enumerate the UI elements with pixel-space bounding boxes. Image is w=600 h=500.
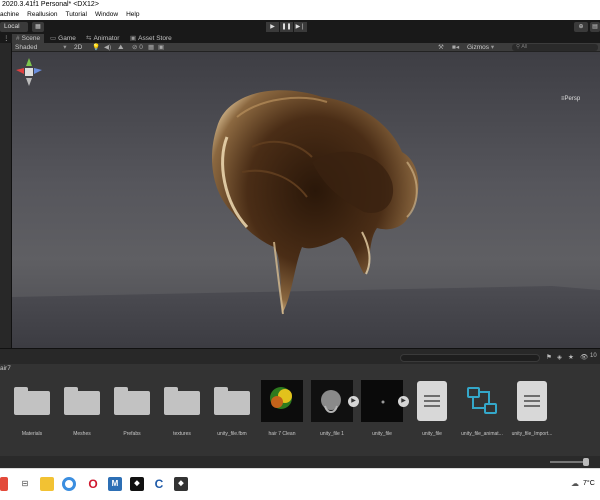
local-label: Local (4, 23, 20, 30)
grid-icon[interactable]: ▦ (148, 44, 154, 51)
menu-item-help[interactable]: Help (126, 10, 139, 20)
play-button[interactable]: ▶ (266, 22, 279, 32)
store-icon: ▣ (130, 35, 137, 42)
asset-item-unity-file-animator[interactable]: unity_file_animat... (458, 380, 506, 437)
orientation-gizmo[interactable] (12, 52, 46, 100)
floor-plane (12, 286, 600, 348)
gizmos-dropdown[interactable]: Gizmos ▾ (467, 44, 494, 51)
document-icon (417, 381, 447, 421)
hair-model (212, 90, 419, 315)
folder-icon (214, 387, 250, 415)
tab-scene[interactable]: # Scene (12, 34, 45, 43)
pivot-local-button[interactable]: Local (0, 22, 28, 32)
folder-icon (164, 387, 200, 415)
folder-icon (64, 387, 100, 415)
scene-viewport[interactable]: ≡Persp (12, 52, 600, 348)
file-explorer-icon[interactable] (40, 477, 54, 491)
os-taskbar: ⊟ O M ◆ C ◆ ☁ 7°C (0, 468, 600, 500)
main-toolbar: Local ▦ ▶ ❚❚ ▶❘ ⊕ ▤ (0, 20, 600, 34)
collab-button[interactable]: ⊕ (574, 22, 588, 32)
window-title: 2020.3.41f1 Personal* <DX12> (0, 0, 600, 10)
cloud-button[interactable]: ▤ (590, 22, 600, 32)
model-thumbnail (381, 400, 385, 404)
document-icon (517, 381, 547, 421)
unity-hub-icon[interactable]: ◆ (130, 477, 144, 491)
frame-icon[interactable]: ▣ (158, 44, 164, 51)
hash-icon: # (16, 35, 20, 42)
tools-icon[interactable]: ⚒ (438, 44, 444, 51)
scene-render (12, 90, 600, 348)
audio-icon[interactable]: ◀) (104, 44, 111, 51)
menu-bar: achine Reallusion Tutorial Window Help (0, 10, 600, 20)
project-search-input[interactable] (400, 354, 540, 362)
scene-toolbar: Shaded ▾ 2D 💡 ◀) ⛰ ⊘ 0 ▦ ▣ ⚒ ■◂ Gizmos ▾… (12, 43, 600, 52)
app-icon-partial[interactable] (0, 477, 8, 491)
shading-mode-dropdown[interactable]: Shaded ▾ (15, 44, 67, 51)
asset-item-materials[interactable]: Materials (8, 380, 56, 437)
chevron-down-icon: ▾ (63, 44, 67, 51)
asset-item-unity-file-import[interactable]: unity_file_Import... (508, 380, 556, 437)
tab-asset-store[interactable]: ▣ Asset Store (126, 34, 176, 43)
asset-size-slider-row (0, 456, 600, 468)
pause-button[interactable]: ❚❚ (280, 22, 293, 32)
tab-animator[interactable]: ⇆ Animator (82, 34, 123, 43)
hierarchy-collapsed-strip (0, 43, 12, 348)
asset-item-unity-file-doc[interactable]: unity_file (408, 380, 456, 437)
asset-item-unity-file-1[interactable]: unity_file 1 (308, 380, 356, 437)
animator-controller-icon (467, 387, 497, 414)
texture-thumbnail (270, 387, 292, 409)
reallusion-icon[interactable]: M (108, 477, 122, 491)
asset-item-unity-file-fbm[interactable]: unity_file.fbm (208, 380, 256, 437)
hidden-objects-icon[interactable]: ⊘ 0 (132, 44, 143, 51)
folder-icon (14, 387, 50, 415)
step-button[interactable]: ▶❘ (294, 22, 307, 32)
view-tab-bar: ⋮ # Scene ▭ Game ⇆ Animator ▣ Asset Store (0, 34, 600, 43)
folder-icon (114, 387, 150, 415)
filter-type-icon[interactable]: ⚑ (546, 353, 552, 361)
weather-temperature: 7°C (583, 480, 595, 487)
slider-handle[interactable] (583, 458, 589, 466)
cc-icon[interactable]: C (152, 477, 166, 491)
perspective-label[interactable]: ≡Persp (561, 96, 580, 102)
snap-settings-button[interactable]: ▦ (32, 22, 44, 32)
menu-item-tutorial[interactable]: Tutorial (66, 10, 87, 20)
opera-icon[interactable]: O (86, 477, 100, 491)
asset-item-unity-file-model[interactable]: unity_file (358, 380, 406, 437)
effects-icon[interactable]: ⛰ (118, 44, 123, 51)
star-icon[interactable]: ★ (568, 353, 574, 361)
asset-item-hair-7-clean[interactable]: hair 7 Clean (258, 380, 306, 437)
menu-item-machine[interactable]: achine (0, 10, 19, 20)
tab-menu-icon[interactable]: ⋮ (0, 34, 10, 43)
asset-grid: Materials Meshes Prefabs textures unity_… (0, 374, 600, 456)
menu-item-window[interactable]: Window (95, 10, 118, 20)
breadcrumb[interactable]: air7 (0, 364, 600, 374)
label-icon[interactable]: ◈ (557, 353, 562, 361)
chevron-down-icon: ▾ (490, 44, 495, 51)
search-icon: ⚲ (516, 44, 521, 50)
animator-icon: ⇆ (86, 35, 92, 42)
chrome-icon[interactable] (62, 477, 76, 491)
asset-item-prefabs[interactable]: Prefabs (108, 380, 156, 437)
unity-editor-icon[interactable]: ◆ (174, 477, 188, 491)
asset-item-textures[interactable]: textures (158, 380, 206, 437)
game-icon: ▭ (50, 35, 57, 42)
menu-item-reallusion[interactable]: Reallusion (27, 10, 57, 20)
scene-search-input[interactable]: ⚲ All (512, 44, 598, 51)
asset-count: 10 (590, 353, 597, 359)
camera-icon[interactable]: ■◂ (452, 44, 459, 51)
eye-icon[interactable]: 👁 (580, 353, 588, 361)
project-toolbar: ⚑ ◈ ★ 👁 10 (0, 348, 600, 364)
play-controls: ▶ ❚❚ ▶❘ (266, 22, 307, 32)
lighting-icon[interactable]: 💡 (92, 44, 100, 51)
tab-game[interactable]: ▭ Game (46, 34, 80, 43)
2d-toggle[interactable]: 2D (74, 44, 82, 51)
task-view-icon[interactable]: ⊟ (18, 477, 32, 491)
weather-icon: ☁ (571, 479, 579, 488)
asset-item-meshes[interactable]: Meshes (58, 380, 106, 437)
model-thumbnail (321, 390, 341, 413)
